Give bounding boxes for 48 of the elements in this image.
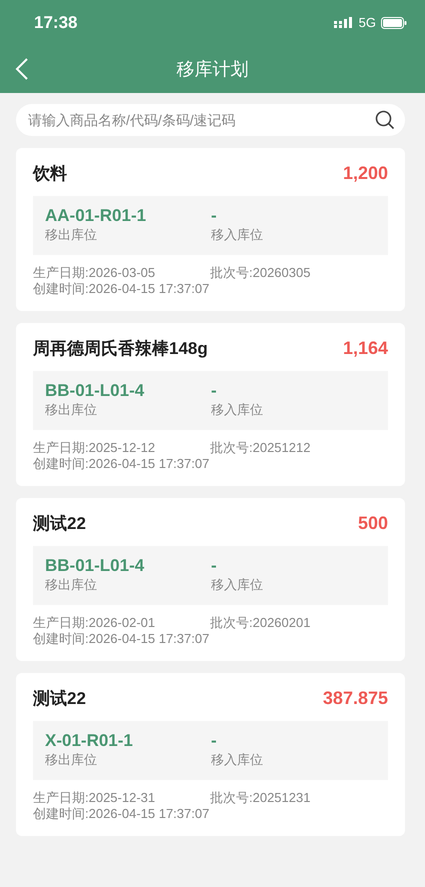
back-icon[interactable] [14, 57, 30, 81]
batch-number: 批次号:20251212 [210, 440, 312, 456]
from-location: BB-01-L01-4 [45, 381, 146, 401]
status-time: 17:38 [34, 12, 78, 32]
quantity: 500 [358, 513, 388, 534]
created-time: 创建时间:2026-04-15 17:37:07 [33, 281, 210, 297]
network-label: 5G [358, 15, 376, 30]
created-time: 创建时间:2026-04-15 17:37:07 [33, 456, 210, 472]
batch-number: 批次号:20251231 [210, 790, 312, 806]
battery-icon [381, 16, 407, 28]
plan-card[interactable]: 测试22 387.875 X-01-R01-1 - 移出库位 移入库位 生产日期:2025-12-31 批次号:20251231 创建时间:2026-04-15 17:37:07 [16, 673, 405, 836]
signal-icon [334, 17, 354, 28]
product-name: 饮料 [33, 163, 67, 185]
to-location: - [211, 381, 218, 401]
product-name: 测试22 [33, 513, 86, 535]
plan-card[interactable]: 测试22 500 BB-01-L01-4 - 移出库位 移入库位 生产日期:2026-02-01 批次号:20260201 创建时间:2026-04-15 17:37:07 [16, 498, 405, 661]
batch-number: 批次号:20260201 [210, 615, 312, 631]
quantity: 1,200 [342, 163, 388, 184]
batch-number: 批次号:20260305 [210, 265, 312, 281]
from-location: X-01-R01-1 [45, 731, 134, 751]
production-date: 生产日期:2025-12-12 [33, 440, 156, 456]
from-location-label: 移出库位 [45, 226, 98, 244]
from-location: BB-01-L01-4 [45, 556, 146, 576]
from-location-label: 移出库位 [45, 401, 98, 419]
from-location-label: 移出库位 [45, 751, 98, 769]
created-time: 创建时间:2026-04-15 17:37:07 [33, 631, 210, 647]
to-location: - [211, 206, 218, 226]
to-location-label: 移入库位 [211, 751, 264, 769]
created-time: 创建时间:2026-04-15 17:37:07 [33, 806, 210, 822]
plan-card[interactable]: 饮料 1,200 AA-01-R01-1 - 移出库位 移入库位 生产日期:2026-03-05 批次号:20260305 创建时间:2026-04-15 17:37:07 [16, 148, 405, 311]
to-location-label: 移入库位 [211, 401, 264, 419]
to-location: - [211, 731, 218, 751]
search-icon[interactable] [375, 110, 395, 130]
page-title: 移库计划 [176, 58, 248, 81]
production-date: 生产日期:2025-12-31 [33, 790, 156, 806]
product-name: 周再德周氏香辣棒148g [33, 338, 208, 360]
product-name: 测试22 [33, 688, 86, 710]
to-location-label: 移入库位 [211, 576, 264, 594]
plan-card[interactable]: 周再德周氏香辣棒148g 1,164 BB-01-L01-4 - 移出库位 移入库位 生产日期:2025-12-12 批次号:20251212 创建时间:2026-04-15 17:37:07 [16, 323, 405, 486]
quantity: 1,164 [342, 338, 388, 359]
production-date: 生产日期:2026-03-05 [33, 265, 156, 281]
from-location-label: 移出库位 [45, 576, 98, 594]
quantity: 387.875 [322, 688, 388, 709]
from-location: AA-01-R01-1 [45, 206, 148, 226]
to-location-label: 移入库位 [211, 226, 264, 244]
search-field[interactable]: 请输入商品名称/代码/条码/速记码 [16, 104, 405, 136]
production-date: 生产日期:2026-02-01 [33, 615, 156, 631]
to-location: - [211, 556, 218, 576]
